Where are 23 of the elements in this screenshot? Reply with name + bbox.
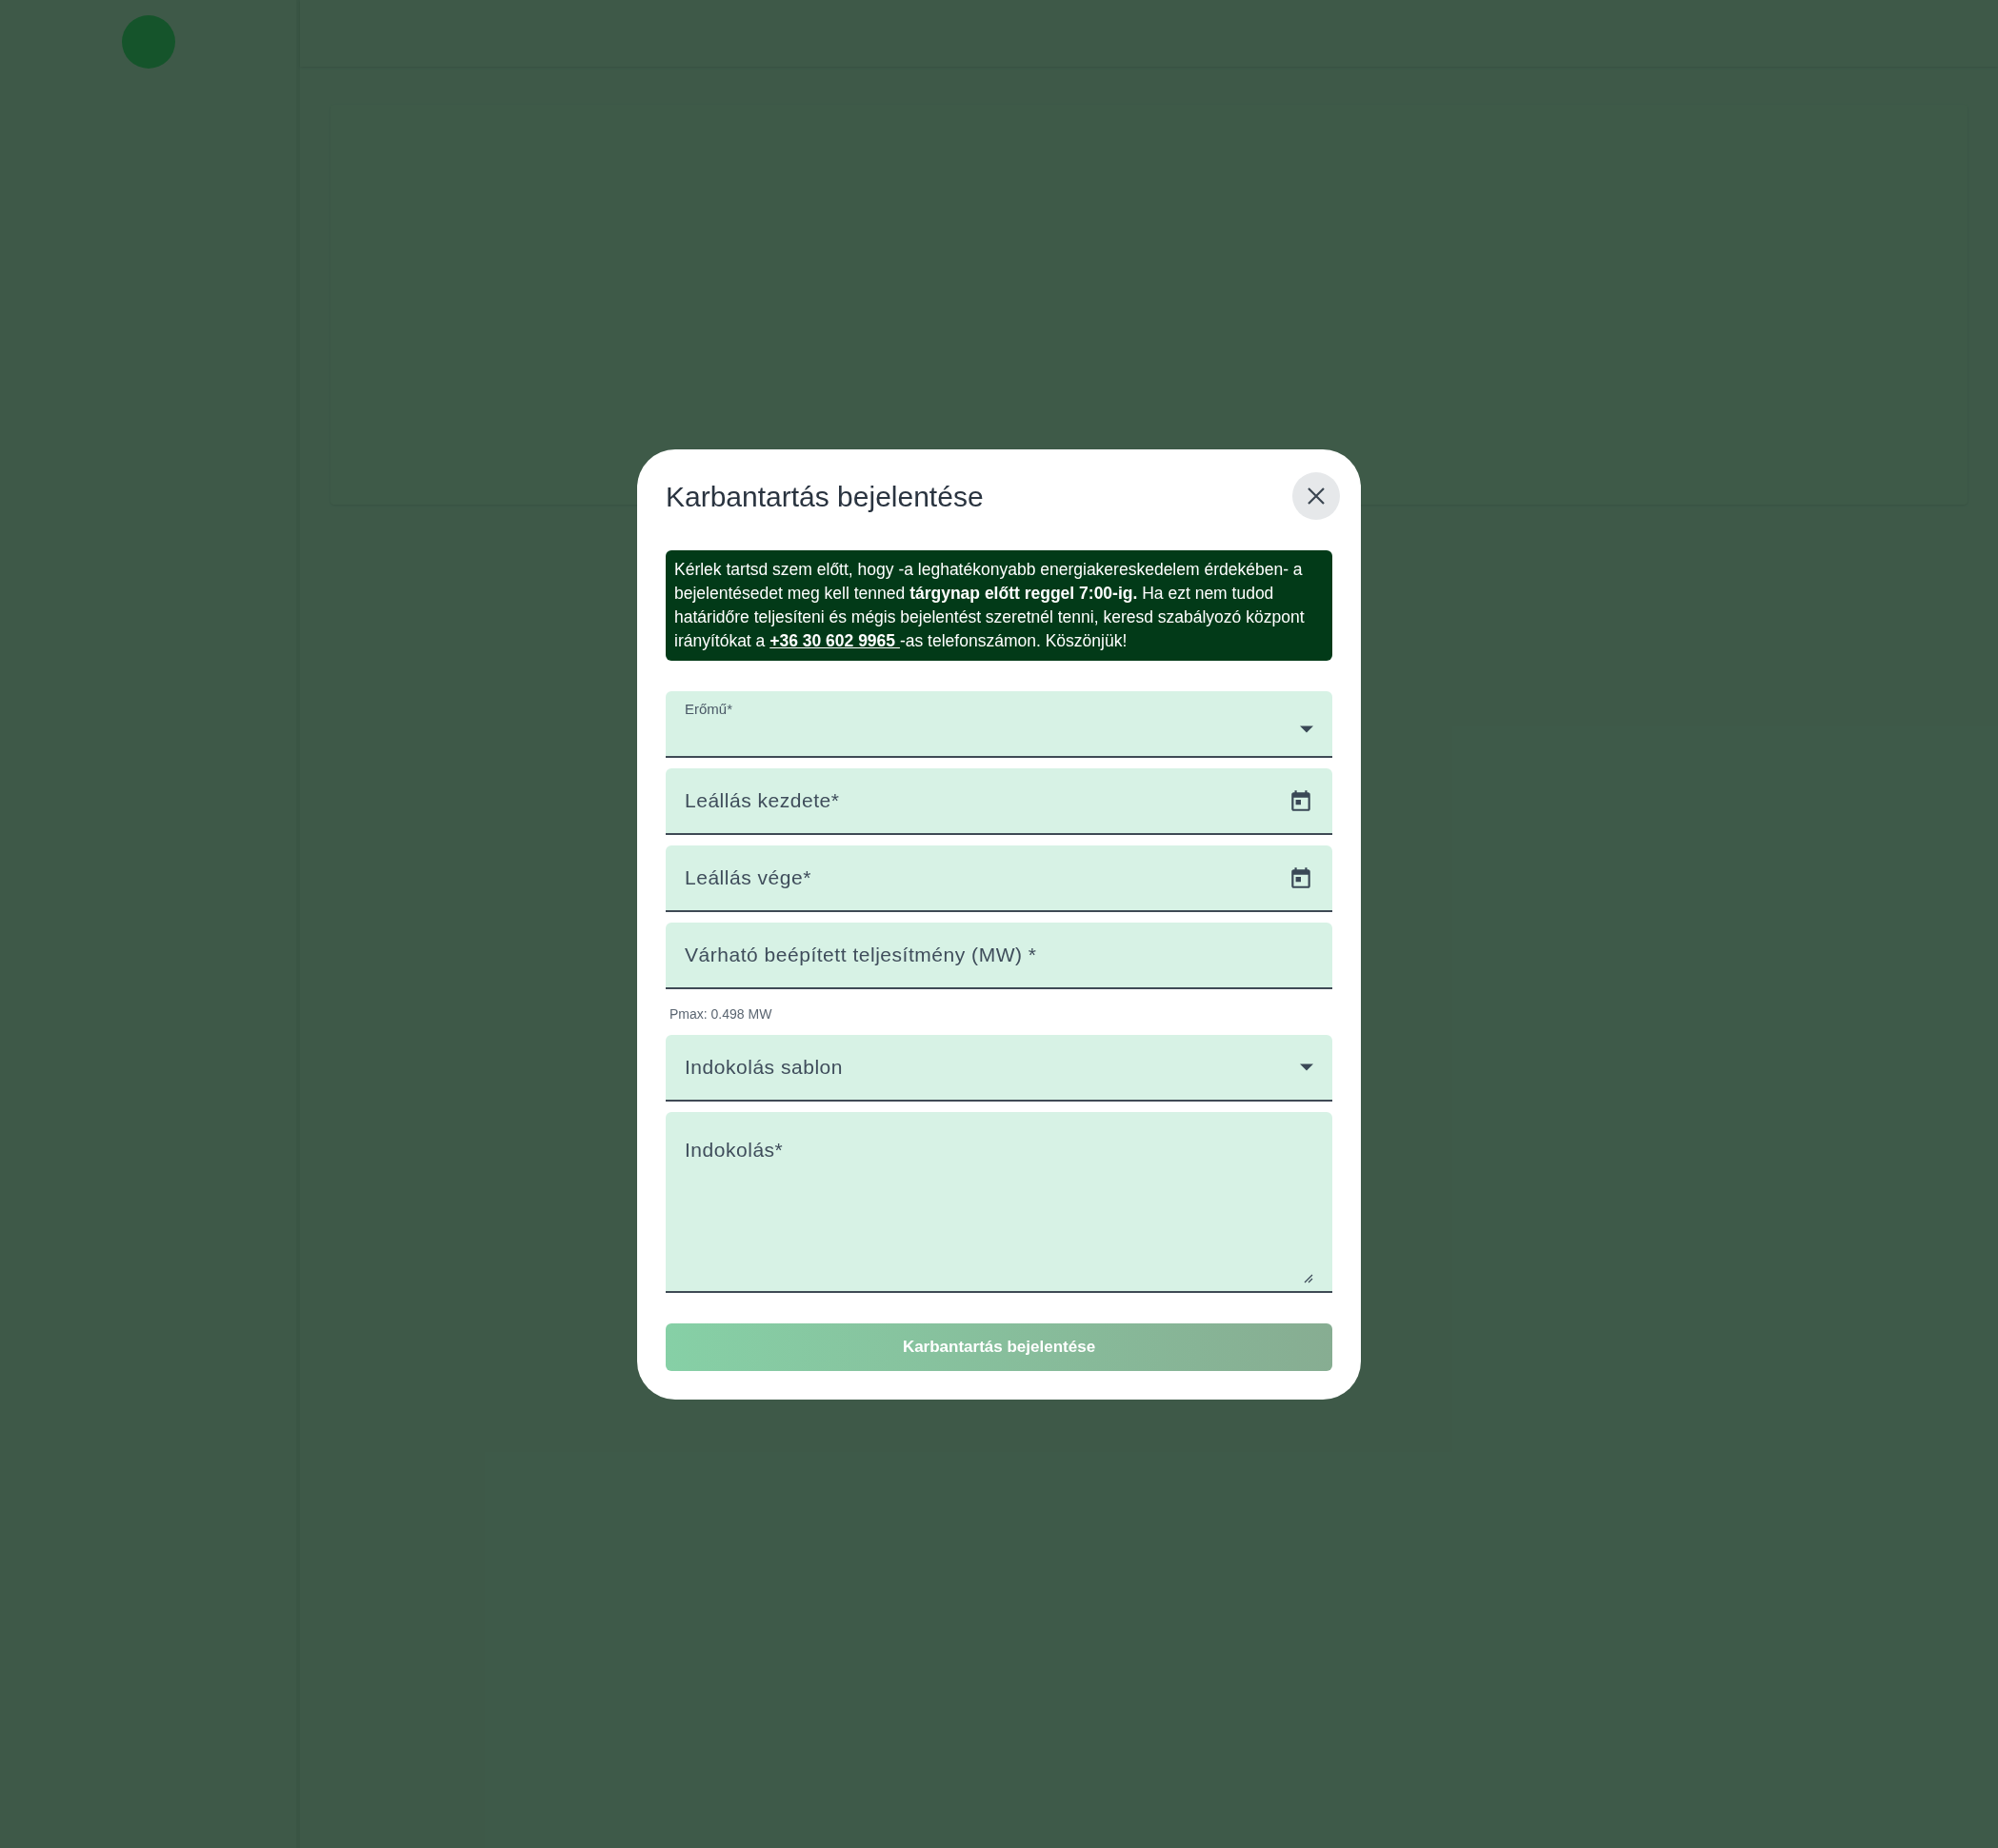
- field-label: Leállás vége*: [685, 865, 811, 891]
- caret-icon: [1300, 1063, 1313, 1071]
- field-label: Várható beépített teljesítmény (MW) *: [685, 943, 1037, 968]
- date-field[interactable]: Leállás kezdete*: [666, 768, 1332, 835]
- text-area[interactable]: Indokolás*: [666, 1112, 1332, 1293]
- close-button[interactable]: [1292, 472, 1340, 520]
- select-field[interactable]: Indokolás sablon: [666, 1035, 1332, 1102]
- calendar-icon[interactable]: [1289, 865, 1313, 890]
- date-field[interactable]: Leállás vége*: [666, 845, 1332, 912]
- field-label: Indokolás*: [685, 1138, 784, 1162]
- calendar-icon[interactable]: [1289, 788, 1313, 813]
- field-label: Leállás kezdete*: [685, 788, 840, 814]
- field-label: Indokolás sablon: [685, 1055, 843, 1081]
- field-label: Erőmű*: [685, 700, 733, 719]
- close-icon: [1307, 487, 1326, 506]
- input-field[interactable]: Várható beépített teljesítmény (MW) *: [666, 923, 1332, 989]
- resize-handle-icon[interactable]: [1304, 1274, 1313, 1283]
- helper-text: Pmax: 0.498 MW: [669, 1005, 773, 1023]
- dialog-title: Karbantartás bejelentése: [666, 479, 984, 514]
- caret-icon: [1300, 725, 1313, 733]
- select-field[interactable]: Erőmű*: [666, 691, 1332, 758]
- phone-link[interactable]: +36 30 602 9965: [769, 631, 900, 650]
- notice-text: Kérlek tartsd szem előtt, hogy -a leghatékonyabb energiakereskedelem érdekében- a bejelentésedet meg kell tenned tárgynap előtt reggel 7:00-ig. Ha ezt nem tudod határidőre teljesíteni és mégis bejelentést szeretnél tenni, keresd szabályozó központ irányítókat a +36 30 602 9965 -as telefonszámon. Köszönjük!: [666, 550, 1332, 661]
